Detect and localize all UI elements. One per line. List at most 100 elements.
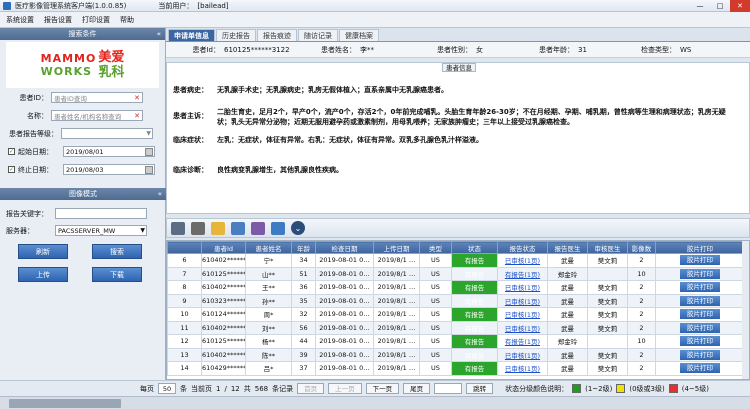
menu-report-settings[interactable]: 报告设置 [44,15,72,25]
chevron-down-icon[interactable]: ⌄ [291,221,305,235]
name-input[interactable]: 患者姓名/机构名称查询 ✕ [51,110,143,121]
end-date-input[interactable]: 2019/08/03 [63,164,155,175]
table-row[interactable]: 13 610402****** 陈** 39 2019-08-01 0… 2019/8/1… [167,347,745,362]
last-page-button[interactable]: 尾页 [403,383,431,394]
folder-icon[interactable] [211,221,225,235]
clear-icon[interactable]: ✕ [134,112,140,120]
next-page-button[interactable]: 下一页 [365,383,400,394]
end-date-checkbox[interactable]: ✓ [8,166,15,173]
column-header[interactable]: 影像数 [627,241,656,254]
table-cell[interactable]: 胶片打印 [655,266,745,281]
table-row[interactable]: 11 610402****** 刘** 56 2019-08-01 0… 2019/8/1… [167,320,745,335]
film-print-button[interactable]: 胶片打印 [680,309,720,320]
server-select[interactable]: PACSSERVER_MW ▼ [55,225,147,236]
maximize-icon[interactable]: □ [710,0,730,12]
table-cell[interactable]: 已审核(1页) [497,361,548,376]
column-header[interactable]: 患者Id [201,241,246,254]
film-print-button[interactable]: 胶片打印 [680,295,720,306]
monitor-icon[interactable] [171,221,185,235]
upload-button[interactable]: 上传 [18,267,68,282]
calendar-icon[interactable] [145,165,153,174]
table-cell[interactable]: 胶片打印 [655,280,745,295]
scrollbar-thumb[interactable] [9,399,121,408]
table-cell[interactable]: 已审核(1页) [497,280,548,295]
jump-button[interactable]: 跳转 [466,383,494,394]
users-icon[interactable] [231,221,245,235]
table-cell[interactable]: 已审核(1页) [497,307,548,322]
column-header[interactable]: 审核医生 [587,241,628,254]
table-cell[interactable]: 已审核(1页) [497,347,548,362]
film-print-button[interactable]: 胶片打印 [680,268,720,279]
search-button[interactable]: 搜索 [92,244,142,259]
patient-id-input[interactable]: 患者ID查询 ✕ [51,92,143,103]
column-header[interactable]: 报告状态 [497,241,548,254]
printer-icon[interactable] [191,221,205,235]
table-cell[interactable]: 已审核(1页) [497,293,548,308]
film-print-button[interactable]: 胶片打印 [680,363,720,374]
calendar-icon[interactable] [145,147,153,156]
menu-help[interactable]: 帮助 [120,15,134,25]
film-print-button[interactable]: 胶片打印 [680,349,720,360]
table-row[interactable]: 12 610125****** 杨** 44 2019-08-01 0… 2019/8/1… [167,334,745,349]
column-header[interactable] [167,241,202,254]
table-cell[interactable]: 已审核(1页) [497,253,548,268]
table-row[interactable]: 8 610402****** 王** 36 2019-08-01 0… 2019/8/1 … [167,280,745,295]
table-cell[interactable]: 胶片打印 [655,320,745,335]
tab-request-info[interactable]: 申请单信息 [168,29,215,41]
column-header[interactable]: 类型 [419,241,452,254]
collapse-icon[interactable]: « [158,190,162,198]
table-cell[interactable]: 胶片打印 [655,293,745,308]
grid-vertical-scrollbar[interactable] [742,241,749,379]
column-header[interactable]: 上传日期 [373,241,420,254]
menu-print-settings[interactable]: 打印设置 [82,15,110,25]
table-cell[interactable]: 有报告(1页) [497,334,548,349]
start-date-checkbox[interactable]: ✓ [8,148,15,155]
film-print-button[interactable]: 胶片打印 [680,322,720,333]
column-header[interactable]: 年龄 [291,241,316,254]
image-mode-header[interactable]: 图像模式 « [0,188,166,200]
jump-page-input[interactable] [434,383,463,394]
search-panel-header[interactable]: 搜索条件 « [0,28,165,40]
table-cell[interactable]: 胶片打印 [655,361,745,376]
horizontal-scrollbar[interactable] [0,396,750,409]
film-print-button[interactable]: 胶片打印 [680,255,720,266]
column-header[interactable]: 患者姓名 [245,241,292,254]
tab-followup[interactable]: 随访记录 [298,29,338,41]
table-row[interactable]: 10 610124****** 周* 32 2019-08-01 0… 2019/8/1 … [167,307,745,322]
column-header[interactable]: 检查日期 [315,241,374,254]
table-cell[interactable]: 有报告(1页) [497,266,548,281]
report-icon[interactable] [251,221,265,235]
menu-system-settings[interactable]: 系统设置 [6,15,34,25]
table-row[interactable]: 9 610323****** 孙** 35 2019-08-01 0… 2019/8/1 … [167,293,745,308]
per-page-input[interactable]: 50 [158,383,176,394]
tab-health-record[interactable]: 健康档案 [339,29,379,41]
film-print-button[interactable]: 胶片打印 [680,336,720,347]
refresh-button[interactable]: 刷新 [18,244,68,259]
first-page-button[interactable]: 首页 [297,383,325,394]
table-row[interactable]: 6 610402****** 宁* 34 2019-08-01 0… 2019/8/1 …… [167,253,745,268]
film-print-button[interactable]: 胶片打印 [680,282,720,293]
column-header[interactable]: 报告医生 [547,241,588,254]
report-level-select[interactable]: ▼ [61,128,153,139]
prev-page-button[interactable]: 上一页 [328,383,362,394]
patient-name-label: 患者姓名： [321,45,356,54]
start-date-input[interactable]: 2019/08/01 [63,146,155,157]
column-header[interactable]: 胶片打印 [655,241,745,254]
minimize-icon[interactable]: — [690,0,710,12]
column-header[interactable]: 状态 [451,241,498,254]
collapse-icon[interactable]: « [157,30,161,38]
tab-report-trace[interactable]: 报告痕迹 [257,29,297,41]
clear-icon[interactable]: ✕ [134,94,140,102]
close-icon[interactable]: ✕ [730,0,750,12]
report-keyword-input[interactable] [55,208,147,219]
table-row[interactable]: 14 610429****** 吕* 37 2019-08-01 0… 2019/8/1 … [167,361,745,376]
table-cell[interactable]: 胶片打印 [655,334,745,349]
table-cell[interactable]: 胶片打印 [655,347,745,362]
tab-history-report[interactable]: 历史报告 [216,29,256,41]
table-cell[interactable]: 胶片打印 [655,307,745,322]
table-cell[interactable]: 胶片打印 [655,253,745,268]
download-button[interactable]: 下载 [92,267,142,282]
table-row[interactable]: 7 610125****** 山** 51 2019-08-01 0… 2019/8/1 … [167,266,745,281]
document-icon[interactable] [271,221,285,235]
table-cell[interactable]: 已审核(1页) [497,320,548,335]
